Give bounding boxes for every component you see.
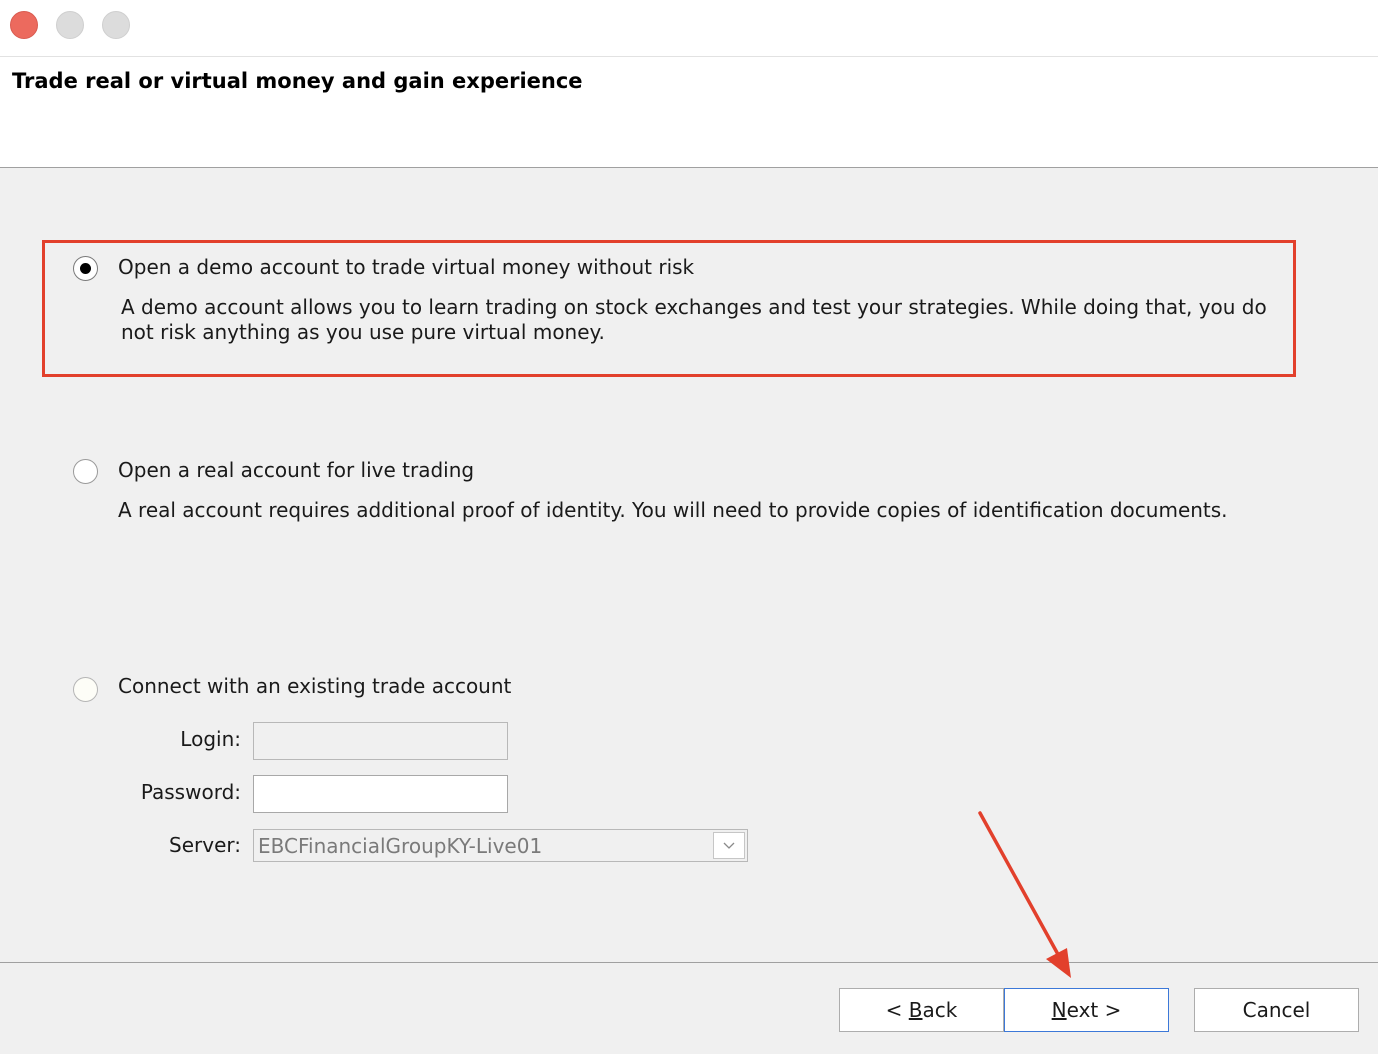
demo-account-label[interactable]: Open a demo account to trade virtual mon… [118, 255, 694, 279]
close-icon[interactable] [10, 11, 38, 39]
window-titlebar [0, 0, 1378, 57]
real-account-label[interactable]: Open a real account for live trading [118, 458, 474, 482]
footer-divider [0, 962, 1378, 963]
chevron-down-icon [723, 842, 735, 849]
existing-account-label[interactable]: Connect with an existing trade account [118, 674, 511, 698]
back-button-rest: ack [922, 998, 958, 1022]
next-button-accel: N [1051, 998, 1067, 1022]
password-label: Password: [140, 780, 241, 804]
server-label: Server: [169, 833, 241, 857]
next-button-rest: ext > [1066, 998, 1122, 1022]
real-account-radio[interactable] [73, 459, 98, 484]
server-select[interactable]: EBCFinancialGroupKY-Live01 [253, 829, 748, 862]
real-account-description: A real account requires additional proof… [118, 498, 1228, 522]
back-button-prefix: < [885, 998, 909, 1022]
login-input[interactable] [253, 722, 508, 760]
login-label: Login: [180, 727, 241, 751]
server-select-value: EBCFinancialGroupKY-Live01 [258, 834, 543, 858]
page-title: Trade real or virtual money and gain exp… [12, 69, 583, 93]
password-input[interactable] [253, 775, 508, 813]
arrow-annotation-icon [978, 811, 1071, 978]
next-button[interactable]: Next > [1004, 988, 1169, 1032]
server-dropdown-button[interactable] [713, 832, 745, 859]
maximize-icon[interactable] [102, 11, 130, 39]
minimize-icon[interactable] [56, 11, 84, 39]
cancel-button[interactable]: Cancel [1194, 988, 1359, 1032]
back-button[interactable]: < Back [839, 988, 1004, 1032]
existing-account-radio[interactable] [73, 677, 98, 702]
demo-account-radio[interactable] [73, 256, 98, 281]
demo-account-description: A demo account allows you to learn tradi… [121, 295, 1267, 344]
wizard-header: Trade real or virtual money and gain exp… [0, 57, 1378, 168]
back-button-accel: B [908, 998, 923, 1022]
